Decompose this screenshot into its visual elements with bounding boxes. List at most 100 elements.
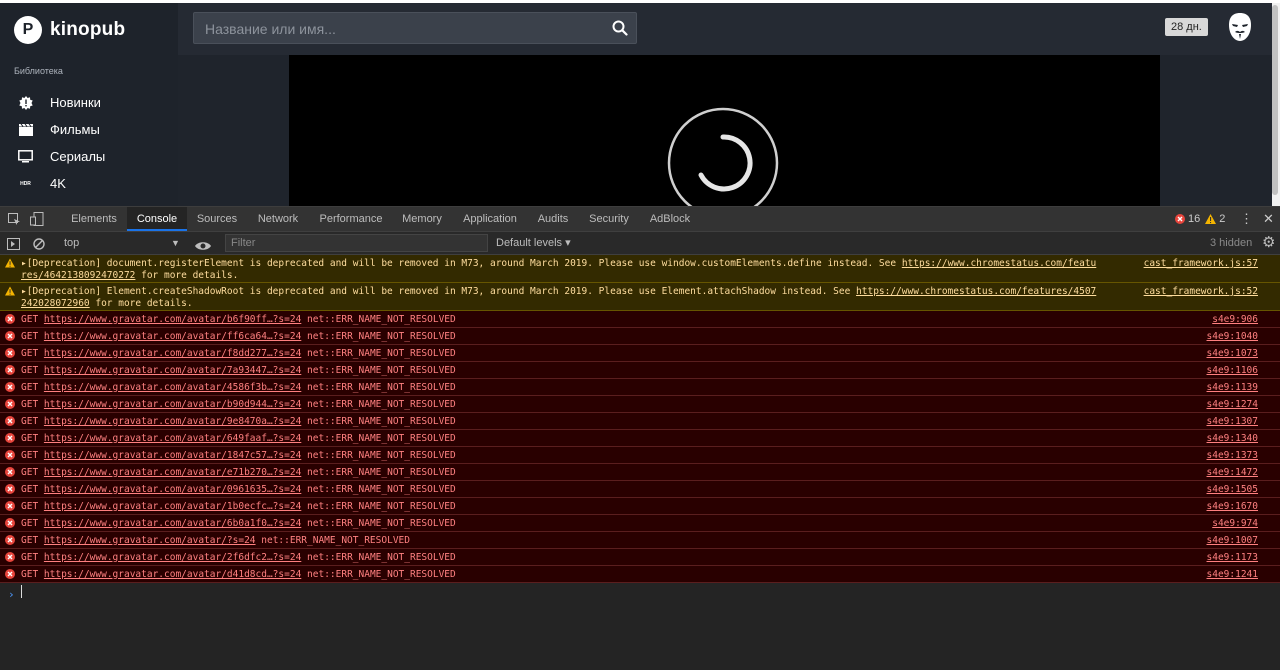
console-error-row[interactable]: GET https://www.gravatar.com/avatar/?s=2…: [0, 532, 1280, 549]
message-source-link[interactable]: s4e9:1106: [1207, 365, 1258, 376]
console-input-cursor[interactable]: [21, 585, 22, 598]
sidebar-item-3d[interactable]: 3D 3D: [0, 197, 178, 206]
console-warning-row[interactable]: ▸[Deprecation] Element.createShadowRoot …: [0, 283, 1280, 311]
tab-performance[interactable]: Performance: [310, 207, 392, 231]
tab-adblock[interactable]: AdBlock: [641, 207, 699, 231]
request-url-link[interactable]: https://www.gravatar.com/avatar/649faaf……: [44, 433, 301, 444]
request-url-link[interactable]: https://www.gravatar.com/avatar/1b0ecfc……: [44, 501, 301, 512]
chromestatus-link[interactable]: res/4642138092470272: [21, 270, 135, 281]
request-url-link[interactable]: https://www.gravatar.com/avatar/4586f3b……: [44, 382, 301, 393]
console-error-row[interactable]: GET https://www.gravatar.com/avatar/1b0e…: [0, 498, 1280, 515]
error-text: net::ERR_NAME_NOT_RESOLVED: [261, 535, 410, 546]
message-source-link[interactable]: s4e9:1505: [1207, 484, 1258, 495]
avatar[interactable]: [1226, 12, 1254, 42]
request-url-link[interactable]: https://www.gravatar.com/avatar/6b0a1f0……: [44, 518, 301, 529]
more-options-icon[interactable]: ⋮: [1240, 207, 1253, 231]
request-method: GET: [21, 467, 39, 478]
console-error-row[interactable]: GET https://www.gravatar.com/avatar/e71b…: [0, 464, 1280, 481]
console-error-row[interactable]: GET https://www.gravatar.com/avatar/9e84…: [0, 413, 1280, 430]
error-count-badge[interactable]: 16 2: [1175, 207, 1225, 231]
console-error-row[interactable]: GET https://www.gravatar.com/avatar/7a93…: [0, 362, 1280, 379]
message-source-link[interactable]: s4e9:1173: [1207, 552, 1258, 563]
error-message: GET https://www.gravatar.com/avatar/1847…: [21, 450, 456, 461]
message-source-link[interactable]: s4e9:1241: [1207, 569, 1258, 580]
console-error-row[interactable]: GET https://www.gravatar.com/avatar/f8dd…: [0, 345, 1280, 362]
request-url-link[interactable]: https://www.gravatar.com/avatar/f8dd277……: [44, 348, 301, 359]
tab-application[interactable]: Application: [452, 207, 528, 231]
error-icon: [5, 450, 15, 460]
request-url-link[interactable]: https://www.gravatar.com/avatar/1847c57……: [44, 450, 301, 461]
message-source-link[interactable]: s4e9:1307: [1207, 416, 1258, 427]
context-select[interactable]: top: [64, 232, 79, 254]
console-error-row[interactable]: GET https://www.gravatar.com/avatar/0961…: [0, 481, 1280, 498]
tab-network[interactable]: Network: [248, 207, 308, 231]
console-error-row[interactable]: GET https://www.gravatar.com/avatar/ff6c…: [0, 328, 1280, 345]
message-source-link[interactable]: s4e9:1274: [1207, 399, 1258, 410]
message-source-link[interactable]: s4e9:1670: [1207, 501, 1258, 512]
filter-input[interactable]: Filter: [225, 234, 488, 252]
chromestatus-link[interactable]: https://www.chromestatus.com/features/45…: [856, 286, 1096, 297]
message-source-link[interactable]: s4e9:1340: [1207, 433, 1258, 444]
page-scrollbar[interactable]: [1272, 3, 1280, 206]
sidebar-item-4k[interactable]: HDR 4K: [0, 170, 178, 197]
tab-elements[interactable]: Elements: [62, 207, 126, 231]
chromestatus-link[interactable]: https://www.chromestatus.com/featu: [902, 258, 1096, 269]
tab-memory[interactable]: Memory: [394, 207, 450, 231]
message-source-link[interactable]: s4e9:1373: [1207, 450, 1258, 461]
message-source-link[interactable]: s4e9:1073: [1207, 348, 1258, 359]
console-error-row[interactable]: GET https://www.gravatar.com/avatar/4586…: [0, 379, 1280, 396]
console-error-row[interactable]: GET https://www.gravatar.com/avatar/1847…: [0, 447, 1280, 464]
chromestatus-link[interactable]: 242028072960: [21, 298, 90, 309]
message-source-link[interactable]: cast_framework.js:57: [1144, 258, 1258, 269]
console-error-row[interactable]: GET https://www.gravatar.com/avatar/b6f9…: [0, 311, 1280, 328]
device-toolbar-icon[interactable]: [30, 212, 44, 231]
console-error-row[interactable]: GET https://www.gravatar.com/avatar/2f6d…: [0, 549, 1280, 566]
scroll-thumb[interactable]: [1272, 5, 1278, 195]
request-url-link[interactable]: https://www.gravatar.com/avatar/0961635……: [44, 484, 301, 495]
request-url-link[interactable]: https://www.gravatar.com/avatar/b6f90ff……: [44, 314, 301, 325]
message-source-link[interactable]: s4e9:906: [1212, 314, 1258, 325]
tab-sources[interactable]: Sources: [188, 207, 246, 231]
request-url-link[interactable]: https://www.gravatar.com/avatar/7a93447……: [44, 365, 301, 376]
sidebar-item-series[interactable]: Сериалы: [0, 143, 178, 170]
live-expression-eye-icon[interactable]: [195, 238, 211, 256]
message-source-link[interactable]: s4e9:974: [1212, 518, 1258, 529]
request-url-link[interactable]: https://www.gravatar.com/avatar/e71b270……: [44, 467, 301, 478]
logo[interactable]: P kinopub: [14, 16, 125, 44]
tab-audits[interactable]: Audits: [530, 207, 576, 231]
message-source-link[interactable]: s4e9:1007: [1207, 535, 1258, 546]
sidebar-item-films[interactable]: Фильмы: [0, 116, 178, 143]
search-icon[interactable]: [612, 20, 628, 36]
message-source-link[interactable]: cast_framework.js:52: [1144, 286, 1258, 297]
message-source-link[interactable]: s4e9:1472: [1207, 467, 1258, 478]
subscription-days-badge: 28 дн.: [1165, 18, 1208, 36]
request-url-link[interactable]: https://www.gravatar.com/avatar/9e8470a……: [44, 416, 301, 427]
request-url-link[interactable]: https://www.gravatar.com/avatar/d41d8cd……: [44, 569, 301, 580]
loading-spinner-icon: [667, 107, 779, 206]
context-dropdown-icon[interactable]: ▼: [171, 232, 180, 254]
request-url-link[interactable]: https://www.gravatar.com/avatar/ff6ca64……: [44, 331, 301, 342]
request-url-link[interactable]: https://www.gravatar.com/avatar/2f6dfc2……: [44, 552, 301, 563]
console-error-row[interactable]: GET https://www.gravatar.com/avatar/6b0a…: [0, 515, 1280, 532]
request-url-link[interactable]: https://www.gravatar.com/avatar/b90d944……: [44, 399, 301, 410]
close-icon[interactable]: ✕: [1263, 207, 1274, 231]
message-source-link[interactable]: s4e9:1040: [1207, 331, 1258, 342]
error-count: 16: [1188, 213, 1201, 225]
console-warning-row[interactable]: ▸[Deprecation] document.registerElement …: [0, 255, 1280, 283]
tab-security[interactable]: Security: [579, 207, 639, 231]
console-error-row[interactable]: GET https://www.gravatar.com/avatar/649f…: [0, 430, 1280, 447]
request-url-link[interactable]: https://www.gravatar.com/avatar/?s=24: [44, 535, 256, 546]
tab-console[interactable]: Console: [127, 207, 187, 231]
console-error-row[interactable]: GET https://www.gravatar.com/avatar/b90d…: [0, 396, 1280, 413]
error-text: net::ERR_NAME_NOT_RESOLVED: [307, 348, 456, 359]
inspect-element-icon[interactable]: [8, 213, 21, 231]
message-source-link[interactable]: s4e9:1139: [1207, 382, 1258, 393]
console-error-row[interactable]: GET https://www.gravatar.com/avatar/d41d…: [0, 566, 1280, 583]
clear-console-icon[interactable]: [33, 237, 45, 255]
sidebar-item-new[interactable]: Новинки: [0, 89, 178, 116]
search-input[interactable]: Название или имя...: [193, 12, 637, 44]
console-settings-gear-icon[interactable]: ⚙: [1262, 235, 1275, 251]
log-levels-dropdown[interactable]: Default levels ▾: [496, 232, 571, 254]
sidebar-toggle-icon[interactable]: [7, 237, 20, 255]
video-player[interactable]: [289, 55, 1160, 206]
